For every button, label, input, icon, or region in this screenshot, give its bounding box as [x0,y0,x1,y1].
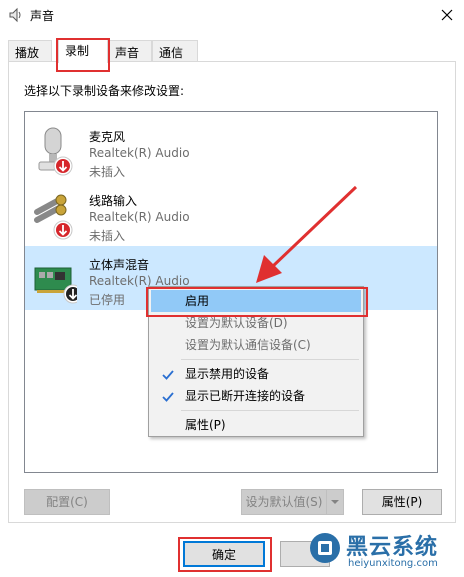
microphone-icon [33,126,77,176]
watermark-title: 黑云系统 [346,535,439,560]
annotation-arrow-icon [256,185,358,283]
instruction-text: 选择以下录制设备来修改设置: [24,84,185,98]
enable-annotation [146,287,368,317]
close-icon[interactable] [430,0,464,30]
device-microphone[interactable]: 麦克风 Realtek(R) Audio 未插入 [25,118,437,182]
tab-communications[interactable]: 通信 [152,40,198,62]
checkmark-icon [161,389,175,403]
menu-item-label: 显示禁用的设备 [185,367,270,381]
device-name: 线路输入 [89,194,138,208]
device-driver: Realtek(R) Audio [89,210,190,224]
title-bar: 声音 [0,0,464,30]
properties-button[interactable]: 属性(P) [362,489,442,515]
speaker-icon [8,7,24,23]
device-status: 未插入 [89,165,126,179]
device-name: 麦克风 [89,130,126,144]
tab-sounds[interactable]: 声音 [108,40,152,62]
configure-button[interactable]: 配置(C) [24,489,110,515]
cloud-logo-icon [308,531,342,565]
device-driver: Realtek(R) Audio [89,146,190,160]
tab-playback[interactable]: 播放 [8,40,52,62]
device-status: 已停用 [89,293,126,307]
recording-tab-annotation [56,38,110,72]
set-default-button[interactable]: 设为默认值(S) [241,489,327,515]
menu-item-properties[interactable]: 属性(P) [151,414,361,436]
device-line-in[interactable]: 线路输入 Realtek(R) Audio 未插入 [25,182,437,246]
sound-card-icon [33,254,83,304]
watermark-url: heiyunxitong.com [348,558,438,569]
menu-separator [181,359,359,360]
menu-separator [181,410,359,411]
window-title: 声音 [30,9,55,23]
menu-item-show-disabled[interactable]: 显示禁用的设备 [151,363,361,385]
line-in-icon [33,190,77,240]
menu-item-show-disconnected[interactable]: 显示已断开连接的设备 [151,385,361,407]
menu-item-set-default-comm[interactable]: 设置为默认通信设备(C) [151,334,361,356]
chevron-down-icon [331,500,339,504]
checkmark-icon [161,367,175,381]
device-name: 立体声混音 [89,258,150,272]
set-default-dropdown[interactable] [326,489,344,515]
device-status: 未插入 [89,229,126,243]
menu-item-label: 显示已断开连接的设备 [185,389,306,403]
watermark: 黑云系统 heiyunxitong.com [300,527,464,577]
ok-annotation [178,537,272,572]
